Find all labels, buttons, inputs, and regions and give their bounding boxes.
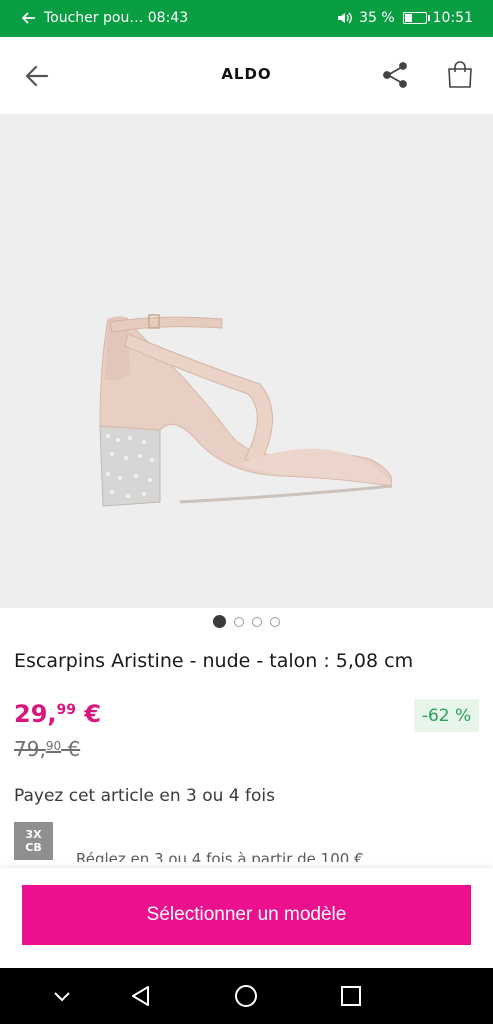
carousel-indicator [0, 612, 493, 631]
select-model-button[interactable]: Sélectionner un modèle [22, 885, 471, 945]
installments-description: Réglez en 3 ou 4 fois à partir de 100 € [76, 850, 364, 862]
share-icon [383, 62, 407, 88]
battery-icon [402, 12, 430, 24]
battery-percent: 35 % [359, 10, 395, 26]
clock: 10:51 [432, 10, 473, 26]
product-image[interactable] [0, 114, 493, 608]
price-main: 29, [14, 700, 57, 728]
carousel-dot[interactable] [234, 617, 244, 627]
volume-icon [338, 12, 352, 24]
system-nav-bar [0, 968, 493, 1024]
old-price-main: 79, [14, 737, 46, 761]
chevron-down-icon[interactable] [48, 982, 76, 1010]
carousel-dot[interactable] [252, 617, 262, 627]
share-button[interactable] [379, 59, 411, 91]
product-title: Escarpins Aristine - nude - talon : 5,08… [14, 650, 414, 672]
original-price: 79,90 € [14, 737, 80, 761]
arrow-left-icon [22, 12, 35, 24]
back-triangle-icon[interactable] [127, 982, 155, 1010]
carousel-dot[interactable] [270, 617, 280, 627]
home-circle-icon[interactable] [232, 982, 260, 1010]
discount-badge: -62 % [414, 699, 479, 732]
carousel-dot[interactable] [213, 615, 226, 628]
price-currency: € [76, 700, 102, 728]
notification-area[interactable]: Toucher pou… 08:43 [22, 10, 188, 26]
cb-payment-badge: 3X CB [14, 822, 53, 860]
installments-title: Payez cet article en 3 ou 4 fois [14, 786, 275, 806]
price-cents: 99 [56, 702, 76, 718]
old-price-currency: € [61, 737, 81, 761]
old-price-cents: 90 [45, 739, 62, 753]
recents-square-icon[interactable] [337, 982, 365, 1010]
cb-badge-line1: 3X [25, 828, 42, 841]
cb-badge-line2: CB [25, 841, 42, 854]
brand-logo[interactable]: ALDO [0, 65, 493, 83]
app-header: ALDO [0, 37, 493, 114]
shoe-illustration [99, 314, 393, 507]
shopping-bag-icon [448, 61, 472, 88]
status-bar: Toucher pou… 08:43 35 % 10:51 [0, 0, 493, 37]
current-price: 29,99 € [14, 700, 101, 728]
status-icons: 35 % 10:51 [337, 10, 473, 26]
cart-button[interactable] [444, 59, 476, 91]
notification-text: Toucher pou… 08:43 [44, 10, 189, 26]
